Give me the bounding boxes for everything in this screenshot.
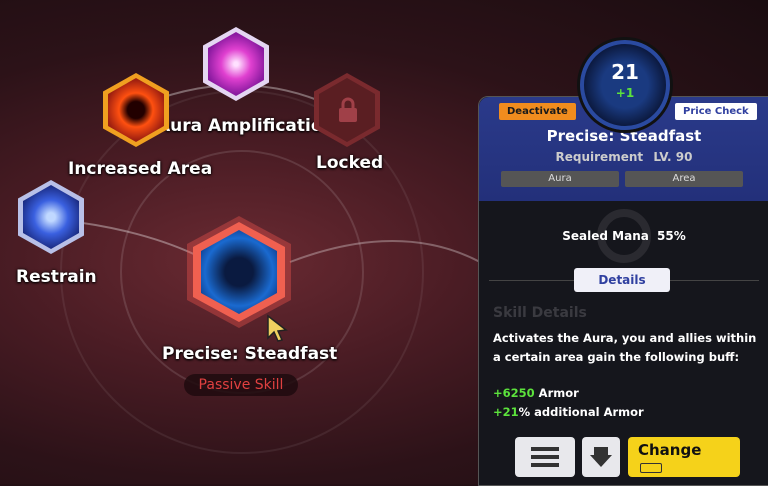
details-button[interactable]: Details — [574, 268, 670, 292]
requirement-label: Requirement — [555, 150, 644, 164]
menu-icon — [531, 447, 559, 467]
change-label: Change — [638, 441, 702, 459]
cursor-icon — [267, 314, 288, 342]
change-button[interactable]: Change — [628, 437, 740, 477]
skill-label-precise-steadfast: Precise: Steadfast — [162, 344, 338, 364]
requirement-value: LV. 90 — [653, 150, 693, 164]
skill-label-increased-area: Increased Area — [68, 159, 213, 179]
sealed-mana-row: Sealed Mana 55% — [479, 229, 768, 243]
buff-text: % additional Armor — [518, 405, 644, 419]
skill-level-bonus: +1 — [615, 86, 635, 100]
skill-node-locked[interactable] — [314, 73, 384, 147]
skill-details-heading: Skill Details — [493, 305, 587, 321]
skill-label-restrain: Restrain — [16, 267, 97, 287]
sealed-mana-label: Sealed Mana — [562, 229, 649, 243]
tag-aura: Aura — [501, 171, 619, 187]
skill-label-aura-amplification: Aura Amplification — [157, 116, 335, 136]
requirement-row: Requirement LV. 90 — [479, 150, 768, 164]
skill-node-restrain[interactable] — [18, 180, 88, 254]
buff-row-additional-armor: +21% additional Armor — [493, 405, 644, 419]
skill-node-aura-amplification[interactable] — [203, 27, 283, 107]
lock-icon — [339, 97, 357, 122]
passive-skill-badge: Passive Skill — [184, 374, 298, 396]
change-key-hint — [640, 463, 662, 473]
buff-row-armor: +6250 Armor — [493, 386, 579, 400]
skill-level-number: 21 — [611, 60, 639, 84]
menu-button[interactable] — [515, 437, 575, 477]
download-icon — [590, 447, 612, 467]
skill-detail-panel: Deactivate Price Check Precise: Steadfas… — [478, 96, 768, 486]
buff-value: +21 — [493, 405, 519, 419]
skill-node-increased-area[interactable] — [103, 73, 173, 147]
deactivate-button[interactable]: Deactivate — [499, 103, 576, 120]
buff-value: +6250 — [493, 386, 535, 400]
skill-label-locked: Locked — [316, 153, 384, 173]
sealed-mana-value: 55% — [657, 229, 686, 243]
download-button[interactable] — [582, 437, 620, 477]
skill-level-orb: 21 +1 — [580, 40, 670, 130]
buff-text: Armor — [538, 386, 579, 400]
skill-node-precise-steadfast[interactable] — [187, 216, 291, 328]
price-check-button[interactable]: Price Check — [675, 103, 757, 120]
skill-description: Activates the Aura, you and allies withi… — [493, 331, 757, 364]
tag-area: Area — [625, 171, 743, 187]
